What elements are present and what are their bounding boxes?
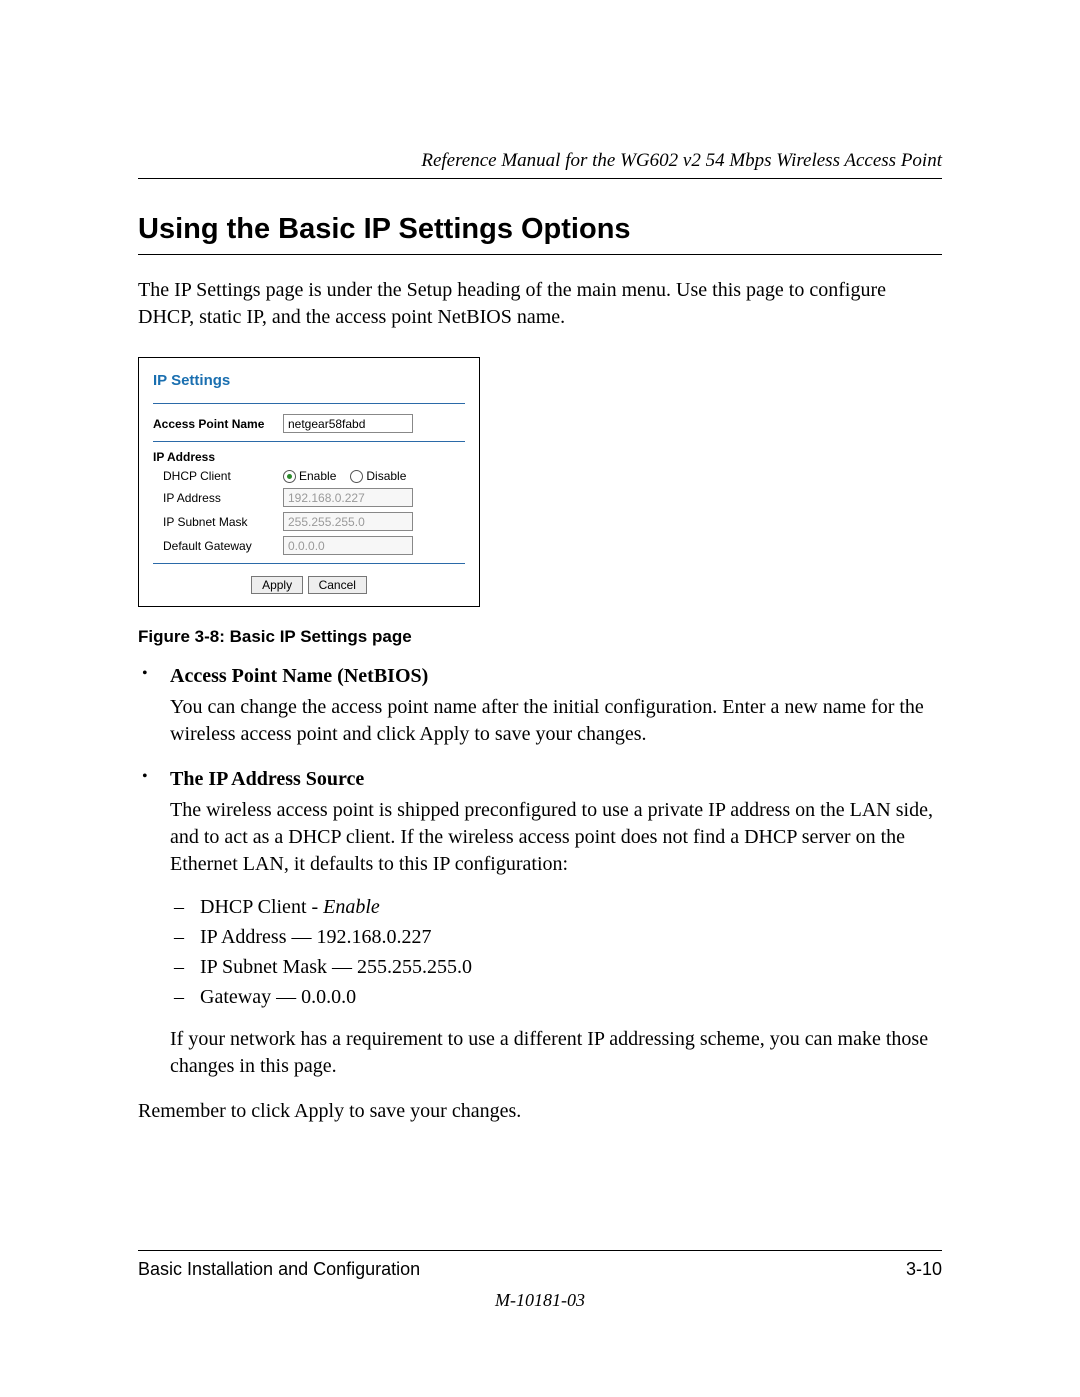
dhcp-enable-radio[interactable]: Enable <box>283 469 336 483</box>
bullet-icon: • <box>138 665 170 748</box>
gw-input <box>283 536 413 555</box>
mask-label: IP Subnet Mask <box>153 515 283 529</box>
dhcp-disable-label: Disable <box>366 469 406 483</box>
bullet-after-ip: If your network has a requirement to use… <box>170 1026 942 1080</box>
dhcp-label: DHCP Client <box>153 469 283 483</box>
figure-ip-settings-panel: IP Settings Access Point Name IP Address… <box>138 357 480 607</box>
bullet-title-apn: Access Point Name (NetBIOS) <box>170 665 428 687</box>
ip-group-title: IP Address <box>153 450 465 464</box>
footer-page: 3-10 <box>906 1259 942 1280</box>
bullet-icon: • <box>138 768 170 1080</box>
bullet-title-ip: The IP Address Source <box>170 768 364 790</box>
intro-paragraph: The IP Settings page is under the Setup … <box>138 277 942 331</box>
dash-item: –IP Address — 192.168.0.227 <box>170 922 942 952</box>
section-title: Using the Basic IP Settings Options <box>138 213 942 255</box>
ip-input <box>283 488 413 507</box>
apn-input[interactable] <box>283 414 413 433</box>
running-header: Reference Manual for the WG602 v2 54 Mbp… <box>138 150 942 179</box>
dhcp-enable-label: Enable <box>299 469 336 483</box>
remember-paragraph: Remember to click Apply to save your cha… <box>138 1100 942 1123</box>
dhcp-disable-radio[interactable]: Disable <box>350 469 406 483</box>
gw-label: Default Gateway <box>153 539 283 553</box>
panel-title: IP Settings <box>153 372 465 389</box>
dash-item: –Gateway — 0.0.0.0 <box>170 982 942 1012</box>
footer-docnum: M-10181-03 <box>138 1290 942 1311</box>
ip-label: IP Address <box>153 491 283 505</box>
mask-input <box>283 512 413 531</box>
radio-icon <box>350 470 363 483</box>
footer-section: Basic Installation and Configuration <box>138 1259 420 1280</box>
divider <box>153 403 465 404</box>
cancel-button[interactable]: Cancel <box>308 576 367 594</box>
dash-item: –DHCP Client - Enable <box>170 892 942 922</box>
apn-label: Access Point Name <box>153 417 283 431</box>
figure-caption: Figure 3-8: Basic IP Settings page <box>138 627 942 647</box>
divider <box>153 441 465 442</box>
dash-item: –IP Subnet Mask — 255.255.255.0 <box>170 952 942 982</box>
bullet-para-apn: You can change the access point name aft… <box>170 694 942 748</box>
apply-button[interactable]: Apply <box>251 576 303 594</box>
radio-icon <box>283 470 296 483</box>
bullet-para-ip: The wireless access point is shipped pre… <box>170 797 942 878</box>
divider <box>153 563 465 564</box>
